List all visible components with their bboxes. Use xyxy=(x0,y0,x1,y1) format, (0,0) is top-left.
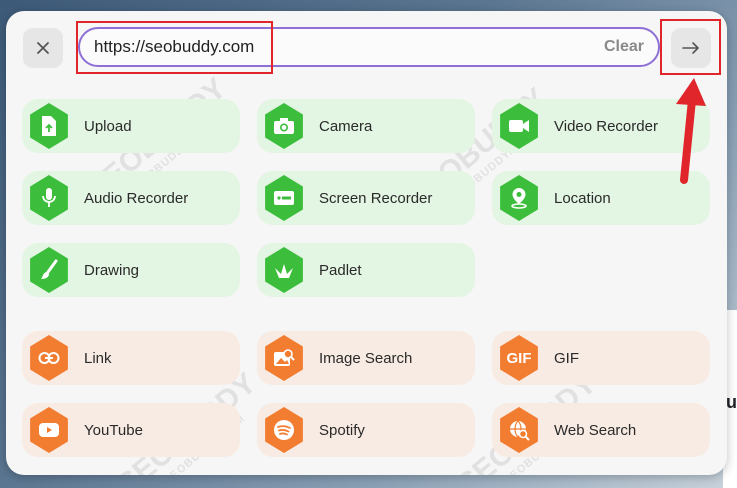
tile-label: Link xyxy=(84,349,112,367)
tile-label: Location xyxy=(554,189,611,207)
tile-spotify[interactable]: Spotify xyxy=(257,403,475,457)
image-search-icon xyxy=(265,335,303,381)
tile-label: Upload xyxy=(84,117,132,135)
add-content-panel: SEOBUDDYWWW.SEOBUDDY.COM SEOBUDDYWWW.SEO… xyxy=(6,11,727,475)
tile-youtube[interactable]: YouTube xyxy=(22,403,240,457)
link-icon xyxy=(30,335,68,381)
tile-label: YouTube xyxy=(84,421,143,439)
arrow-right-icon xyxy=(682,42,699,54)
location-pin-icon xyxy=(500,175,538,221)
tile-web-search[interactable]: Web Search xyxy=(492,403,710,457)
clear-button[interactable]: Clear xyxy=(604,38,644,56)
tile-label: GIF xyxy=(554,349,579,367)
tile-drawing[interactable]: Drawing xyxy=(22,243,240,297)
camera-icon xyxy=(265,103,303,149)
tile-label: Padlet xyxy=(319,261,362,279)
microphone-icon xyxy=(30,175,68,221)
tile-gif[interactable]: GIF GIF xyxy=(492,331,710,385)
tile-label: Web Search xyxy=(554,421,637,439)
video-camera-icon xyxy=(500,103,538,149)
tile-camera[interactable]: Camera xyxy=(257,99,475,153)
tile-label: Drawing xyxy=(84,261,140,279)
background-text: u xyxy=(726,392,737,412)
tile-label: Screen Recorder xyxy=(319,189,433,207)
close-icon xyxy=(37,42,49,54)
tile-location[interactable]: Location xyxy=(492,171,710,225)
url-input[interactable] xyxy=(94,37,596,57)
tile-screen-recorder[interactable]: Screen Recorder xyxy=(257,171,475,225)
tile-padlet[interactable]: Padlet xyxy=(257,243,475,297)
tile-label: Audio Recorder xyxy=(84,189,189,207)
submit-url-button[interactable] xyxy=(671,28,711,68)
url-field[interactable]: Clear xyxy=(78,27,660,67)
tile-link[interactable]: Link xyxy=(22,331,240,385)
tile-video-recorder[interactable]: Video Recorder xyxy=(492,99,710,153)
paintbrush-icon xyxy=(30,247,68,293)
tile-label: Video Recorder xyxy=(554,117,658,135)
tile-audio-recorder[interactable]: Audio Recorder xyxy=(22,171,240,225)
tile-image-search[interactable]: Image Search xyxy=(257,331,475,385)
close-button[interactable] xyxy=(23,28,63,68)
screen-record-icon xyxy=(265,175,303,221)
gif-icon: GIF xyxy=(500,335,538,381)
tile-label: Camera xyxy=(319,117,373,135)
upload-file-icon xyxy=(30,103,68,149)
tile-label: Spotify xyxy=(319,421,365,439)
padlet-bird-icon xyxy=(265,247,303,293)
spotify-icon xyxy=(265,407,303,453)
youtube-icon xyxy=(30,407,68,453)
web-search-icon xyxy=(500,407,538,453)
tile-upload[interactable]: Upload xyxy=(22,99,240,153)
tile-label: Image Search xyxy=(319,349,413,367)
